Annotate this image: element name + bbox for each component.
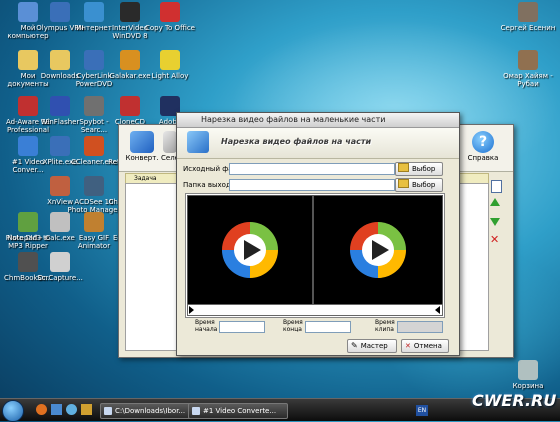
end-time-label: Время конца [283,319,303,333]
cancel-icon: ✕ [405,342,411,350]
help-icon: ? [472,131,494,153]
app-icon [84,136,104,156]
app-icon [84,96,104,116]
app-icon [160,2,180,22]
timeline-slider[interactable] [187,304,443,316]
dialog-titlebar: Нарезка видео файлов на маленькие части [177,113,459,128]
app-icon [160,50,180,70]
start-time-label: Время начала [195,319,218,333]
app-icon [518,50,538,70]
banner-title: Нарезка видео файлов на части [221,137,372,146]
video-preview-start [187,195,313,305]
app-icon [120,50,140,70]
app-icon [518,360,538,380]
media-player-logo-icon [350,222,406,278]
desktop-icon-label: Омар Хайям - Рубаи [503,72,553,88]
start-button[interactable] [2,400,24,422]
app-icon [84,2,104,22]
start-time-input[interactable] [219,321,265,333]
dialog-banner: Нарезка видео файлов на части [177,128,459,159]
master-label: Мастер [360,342,388,350]
desktop-icon[interactable]: Сергей Есенин [500,2,556,32]
app-icon [120,2,140,22]
desktop-icon-label: ScrCapture... [37,274,83,282]
dialog-title: Нарезка видео файлов на маленькие части [201,115,386,124]
app-icon [50,252,70,272]
task-column-label: Задача [134,175,157,182]
slider-thumb-right-icon[interactable] [435,306,440,314]
desktop-icon[interactable]: Light Alloy [142,50,198,80]
desktop-icon-label: Сергей Есенин [500,24,556,32]
desktop-icon[interactable]: Омар Хайям - Рубаи [500,50,556,88]
remove-icon[interactable]: ✕ [490,234,499,245]
app-icon [84,50,104,70]
folder-icon [398,163,409,172]
desktop-icon-label: Light Alloy [151,72,189,80]
side-tool-page-icon[interactable] [491,180,502,193]
move-down-icon[interactable] [490,218,500,226]
source-file-input[interactable] [229,163,395,175]
watermark-text: CWER.RU [472,391,557,410]
quick-launch-firefox-icon[interactable] [36,404,47,415]
output-browse-label: Выбор [412,181,436,189]
clip-time-display [397,321,443,333]
help-button[interactable]: ? Справка [463,131,503,162]
quick-launch-app-icon[interactable] [81,404,92,415]
split-video-dialog: Нарезка видео файлов на маленькие части … [176,112,460,356]
app-icon [84,212,104,232]
cancel-button[interactable]: ✕ Отмена [401,339,449,353]
scissors-folder-icon [187,131,209,153]
source-browse-label: Выбор [412,165,436,173]
desktop-icon-label: Copy To Office [144,24,195,32]
wand-icon: ✎ [351,341,358,350]
taskbar: C:\Downloads\Ibor... #1 Video Converte..… [0,391,560,422]
convert-label: Конверт. [125,154,159,162]
app-icon [518,2,538,22]
end-time-input[interactable] [305,321,351,333]
desktop-icon[interactable]: Copy To Office [142,2,198,32]
output-folder-input[interactable] [229,179,395,191]
quick-launch-desktop-icon[interactable] [51,404,62,415]
video-preview-end [313,195,443,305]
app-icon [120,96,140,116]
cancel-label: Отмена [413,342,442,350]
slider-thumb-left-icon[interactable] [189,306,194,314]
select-icon [163,131,177,153]
watermark-logo: CWER.RU [462,383,556,419]
source-browse-button[interactable]: Выбор [395,162,443,176]
language-indicator[interactable]: EN [416,405,428,416]
convert-button[interactable]: Конверт. [125,131,159,162]
master-button[interactable]: ✎ Мастер [347,339,397,353]
help-label: Справка [467,154,499,162]
output-browse-button[interactable]: Выбор [395,178,443,192]
desktop-icon[interactable]: ScrCapture... [32,252,88,282]
media-player-logo-icon [222,222,278,278]
quick-launch-media-icon[interactable] [66,404,77,415]
app-icon [84,176,104,196]
clip-time-label: Время клипа [375,319,395,333]
convert-icon [130,131,154,153]
folder-icon [398,179,409,188]
move-up-icon[interactable] [490,198,500,206]
taskbar-item-video-converter[interactable]: #1 Video Converte... [188,403,288,419]
taskbar-item-downloads[interactable]: C:\Downloads\Ibor... [100,403,200,419]
